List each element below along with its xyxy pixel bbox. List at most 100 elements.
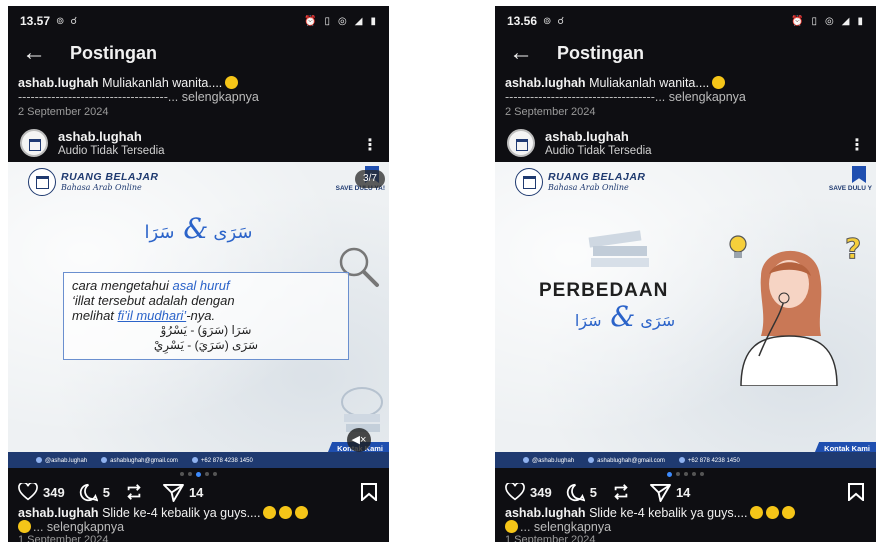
arabic-word-left: سَرَا bbox=[574, 311, 602, 330]
post-caption: ashab.lughah Muliakanlah wanita.... bbox=[505, 76, 866, 91]
comment-button[interactable]: 5 bbox=[566, 483, 597, 502]
footer-phone: +62 878 4238 1450 bbox=[678, 456, 740, 464]
avatar[interactable] bbox=[507, 129, 535, 157]
send-button[interactable]: 14 bbox=[649, 483, 690, 502]
post-actions: 349 5 14 bbox=[8, 480, 389, 504]
carousel-slide[interactable]: RUANG BELAJAR Bahasa Arab Online SAVE DU… bbox=[8, 162, 389, 468]
save-label: SAVE DULU Y bbox=[828, 185, 872, 192]
body-text-1: cara mengetahui bbox=[72, 278, 169, 293]
more-options-icon[interactable]: ⋮ bbox=[849, 135, 865, 155]
bottom-caption: ashab.lughah Slide ke-4 kebalik ya guys.… bbox=[505, 506, 868, 520]
phone-screen-left: 13.57 ⊚ ☌ ⏰ ▯ ◎ ◢ ▮ ← Postingan ashab.lu… bbox=[8, 6, 389, 542]
caption-username[interactable]: ashab.lughah bbox=[18, 76, 99, 90]
ampersand-icon: & bbox=[601, 300, 636, 333]
comment-count: 5 bbox=[589, 484, 597, 500]
comment-button[interactable]: 5 bbox=[79, 483, 110, 502]
send-button[interactable]: 14 bbox=[162, 483, 204, 502]
slide-heading: PERBEDAAN bbox=[539, 280, 669, 301]
back-arrow-icon[interactable]: ← bbox=[22, 41, 62, 65]
logo-subtitle: Bahasa Arab Online bbox=[61, 182, 142, 192]
arabic-word-right: سَرَى bbox=[213, 222, 253, 243]
emoji-icon bbox=[750, 506, 764, 519]
send-icon bbox=[162, 483, 184, 502]
footer-instagram: @ashab.lughah bbox=[36, 456, 87, 464]
repost-icon bbox=[614, 484, 628, 500]
audio-status: Audio Tidak Tersedia bbox=[545, 144, 652, 157]
logo-title: RUANG BELAJAR bbox=[61, 170, 159, 183]
carousel-slide[interactable]: RUANG BELAJAR Bahasa Arab Online SAVE DU… bbox=[495, 162, 876, 468]
lightbulb-icon bbox=[729, 235, 747, 258]
post-author-row: ashab.lughah Audio Tidak Tersedia ⋮ bbox=[495, 126, 876, 160]
thinking-woman-illustration bbox=[740, 250, 838, 386]
battery-icon: ▮ bbox=[857, 15, 864, 27]
bottom-caption-username[interactable]: ashab.lughah bbox=[505, 506, 586, 520]
back-arrow-icon[interactable]: ← bbox=[509, 41, 549, 65]
repost-button[interactable] bbox=[124, 483, 149, 501]
like-count: 349 bbox=[43, 484, 65, 500]
arabic-example-1: سَرَا (سَرَوَ) - يَسْرُوْ bbox=[160, 323, 252, 337]
emoji-icon bbox=[782, 506, 796, 519]
page-title: Postingan bbox=[557, 42, 645, 63]
caption-more-link[interactable]: ------------------------------------... … bbox=[505, 90, 866, 104]
top-app-bar: ← Postingan bbox=[495, 38, 876, 68]
bottom-caption-more[interactable]: ... selengkapnya bbox=[505, 520, 611, 534]
slide-footer: @ashab.lughah ashablughah@gmail.com +62 … bbox=[8, 452, 389, 468]
notification-icon: ☌ bbox=[557, 15, 565, 27]
alarm-icon: ⏰ bbox=[791, 15, 805, 27]
carousel-dot bbox=[684, 472, 688, 476]
mute-icon[interactable]: ◀× bbox=[347, 428, 371, 452]
carousel-dot bbox=[213, 472, 217, 476]
avatar[interactable] bbox=[20, 129, 48, 157]
more-options-icon[interactable]: ⋮ bbox=[362, 135, 378, 155]
author-name[interactable]: ashab.lughah bbox=[545, 129, 652, 144]
bottom-date: 1 September 2024 bbox=[18, 534, 109, 542]
vibrate-icon: ▯ bbox=[324, 15, 332, 27]
slide-footer: @ashab.lughah ashablughah@gmail.com +62 … bbox=[495, 452, 876, 468]
vibrate-icon: ▯ bbox=[811, 15, 819, 27]
arabic-example-2: سَرَى (سَرَيَ) - يَسْرِيْ bbox=[153, 338, 259, 352]
bottom-caption-username[interactable]: ashab.lughah bbox=[18, 506, 99, 520]
bottom-date: 1 September 2024 bbox=[505, 534, 596, 542]
post-caption: ashab.lughah Muliakanlah wanita.... bbox=[18, 76, 379, 91]
bottom-caption-more[interactable]: ... selengkapnya bbox=[18, 520, 124, 534]
body-text-3: melihat bbox=[72, 308, 114, 323]
battery-icon: ▮ bbox=[370, 15, 377, 27]
carousel-dot-active bbox=[196, 471, 201, 477]
status-bar: 13.57 ⊚ ☌ ⏰ ▯ ◎ ◢ ▮ bbox=[8, 12, 389, 30]
save-icon[interactable] bbox=[848, 483, 864, 501]
signal-icon: ◢ bbox=[841, 15, 851, 27]
phone-screen-right: 13.56 ⊚ ☌ ⏰ ▯ ◎ ◢ ▮ ← Postingan ashab.lu… bbox=[495, 6, 876, 542]
carousel-dot bbox=[205, 472, 209, 476]
logo-mark-icon bbox=[515, 168, 543, 196]
books-decoration-icon bbox=[588, 230, 649, 267]
caption-text: Muliakanlah wanita.... bbox=[102, 76, 223, 90]
logo-subtitle: Bahasa Arab Online bbox=[548, 182, 629, 192]
body-highlight-1: asal huruf bbox=[172, 278, 230, 293]
post-date: 2 September 2024 bbox=[505, 106, 596, 118]
status-time: 13.56 bbox=[507, 14, 538, 28]
caption-username[interactable]: ashab.lughah bbox=[505, 76, 586, 90]
footer-email: ashablughah@gmail.com bbox=[588, 456, 665, 464]
explanation-box: cara mengetahui asal huruf ‘illat terseb… bbox=[63, 272, 349, 360]
signal-icon: ◢ bbox=[354, 15, 364, 27]
brand-logo: RUANG BELAJAR Bahasa Arab Online bbox=[28, 168, 159, 196]
status-time: 13.57 bbox=[20, 14, 51, 28]
repost-button[interactable] bbox=[611, 483, 636, 501]
hotspot-icon: ◎ bbox=[825, 15, 835, 27]
carousel-dot bbox=[676, 472, 680, 476]
body-text-4: -nya. bbox=[186, 308, 216, 323]
emoji-icon bbox=[263, 506, 277, 519]
comment-icon bbox=[566, 483, 585, 501]
author-name[interactable]: ashab.lughah bbox=[58, 129, 165, 144]
svg-text:?: ? bbox=[845, 232, 861, 264]
caption-more-link[interactable]: ------------------------------------... … bbox=[18, 90, 379, 104]
like-button[interactable]: 349 bbox=[18, 483, 65, 501]
save-icon[interactable] bbox=[361, 483, 377, 501]
like-button[interactable]: 349 bbox=[505, 483, 552, 501]
slide-page-indicator: 3/7 bbox=[355, 170, 385, 188]
hotspot-icon: ◎ bbox=[338, 15, 348, 27]
bottom-caption-text: Slide ke-4 kebalik ya guys.... bbox=[102, 506, 261, 520]
alarm-icon: ⏰ bbox=[304, 15, 318, 27]
share-count: 14 bbox=[188, 484, 204, 500]
carousel-dot bbox=[700, 472, 704, 476]
